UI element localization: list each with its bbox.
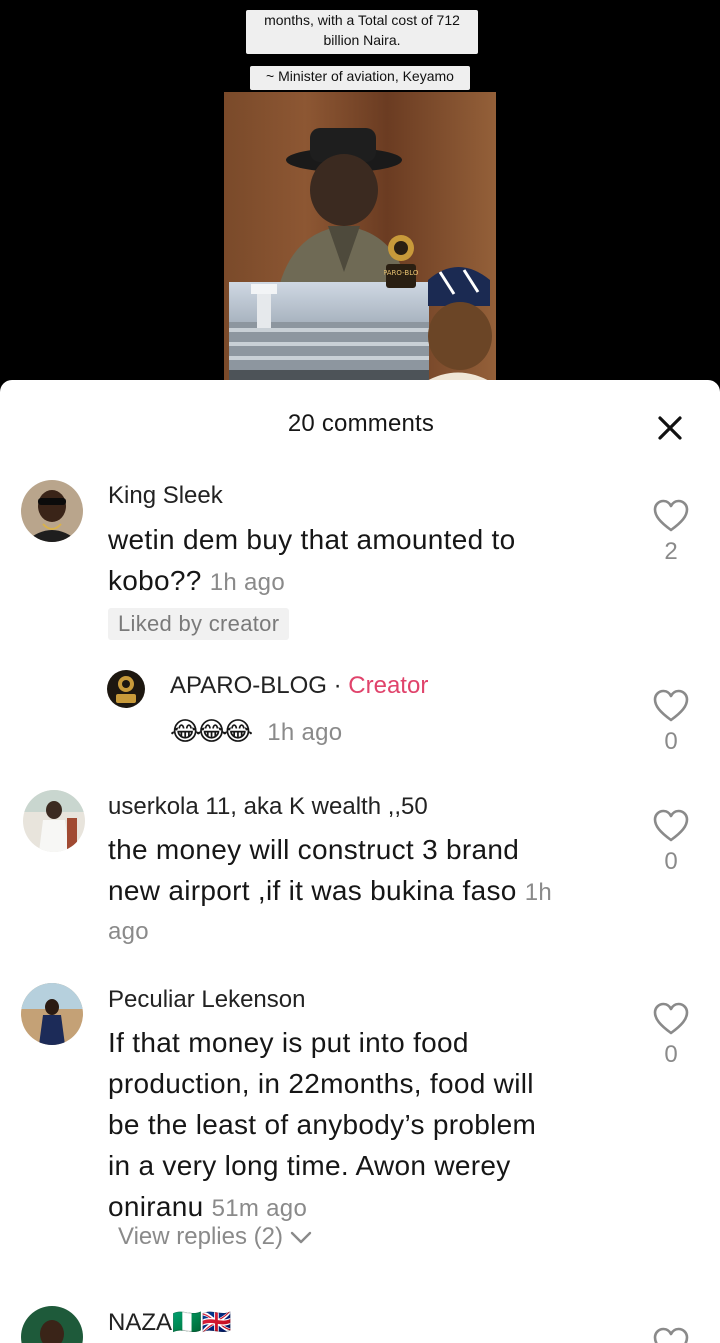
video-thumbnail: APARO-BLOG xyxy=(224,92,496,385)
comment-text: the money will construct 3 brand new air… xyxy=(108,829,628,953)
avatar[interactable] xyxy=(21,1306,83,1343)
heart-icon[interactable] xyxy=(652,688,690,724)
comment-text: 😂😂😂 1h ago xyxy=(170,710,570,753)
avatar[interactable] xyxy=(23,790,85,852)
caption-line-2: billion Naira. xyxy=(323,32,401,48)
like-count: 2 xyxy=(664,538,678,565)
comment-username[interactable]: NAZA🇳🇬🇬🇧 xyxy=(108,1308,232,1337)
comment-username[interactable]: King Sleek xyxy=(108,482,223,510)
video-player[interactable]: months, with a Total cost of 712 billion… xyxy=(0,0,720,385)
view-replies-button[interactable]: View replies (2) xyxy=(118,1223,312,1251)
creator-label: Creator xyxy=(348,672,429,699)
avatar[interactable] xyxy=(107,670,145,708)
reply-username[interactable]: APARO-BLOG xyxy=(170,672,327,699)
comment-time: 1h ago xyxy=(209,569,285,596)
comment-text: wetin dem buy that amounted to kobo?? 1h… xyxy=(108,524,516,596)
like-count: 0 xyxy=(664,1041,678,1068)
close-icon[interactable] xyxy=(652,410,688,446)
comments-count-title: 20 comments xyxy=(287,410,435,437)
comment-time-continued: ago xyxy=(108,918,149,945)
avatar[interactable] xyxy=(21,480,83,542)
comment-username: APARO-BLOG · Creator xyxy=(170,672,428,700)
heart-icon[interactable] xyxy=(652,498,690,534)
comments-sheet: 20 comments King Sleek wetin dem buy tha… xyxy=(0,380,720,1343)
heart-icon[interactable] xyxy=(652,1001,690,1037)
comment-username[interactable]: Peculiar Lekenson xyxy=(108,986,305,1014)
heart-icon[interactable] xyxy=(652,1326,690,1343)
comment-time: 1h ago xyxy=(267,719,343,746)
comment-time: 1h xyxy=(524,879,553,906)
like-count: 0 xyxy=(664,728,678,755)
separator: · xyxy=(333,672,342,699)
chevron-down-icon xyxy=(290,1231,311,1243)
person-image xyxy=(420,267,496,385)
video-caption: months, with a Total cost of 712 billion… xyxy=(246,10,478,54)
airport-image xyxy=(229,282,429,385)
avatar[interactable] xyxy=(21,983,83,1045)
laughing-emoji: 😂😂😂 xyxy=(170,716,253,746)
aparo-blog-logo: APARO-BLOG xyxy=(384,235,418,288)
comment-username[interactable]: userkola 11, aka K wealth ,,50 xyxy=(108,793,428,821)
liked-by-creator-badge: Liked by creator xyxy=(108,608,290,640)
heart-icon[interactable] xyxy=(652,808,690,844)
caption-line-1: months, with a Total cost of 712 xyxy=(264,12,460,28)
comment-text: If that money is put into food productio… xyxy=(108,1027,537,1222)
comment-time: 51m ago xyxy=(211,1195,308,1222)
video-caption-attribution: ~ Minister of aviation, Keyamo xyxy=(250,66,470,90)
like-count: 0 xyxy=(664,848,678,875)
svg-text:APARO-BLOG: APARO-BLOG xyxy=(384,269,418,277)
